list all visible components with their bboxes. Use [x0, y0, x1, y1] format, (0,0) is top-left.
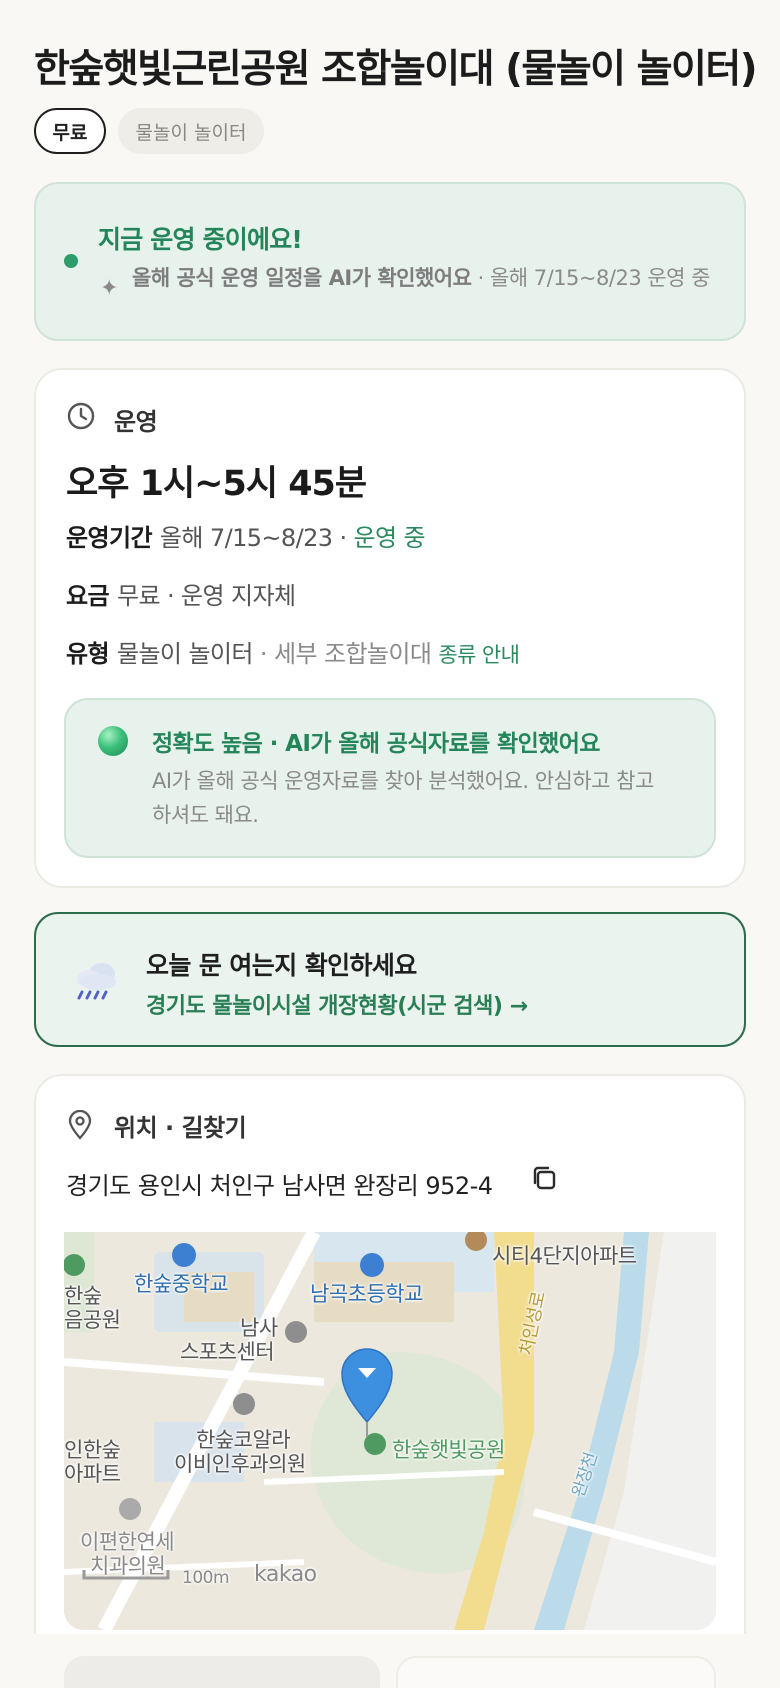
fee-label: 요금 — [66, 582, 110, 610]
operation-section-title: 운영 — [114, 408, 158, 436]
map-label-park: 한숲햇빛공원 — [392, 1438, 505, 1462]
period-label: 운영기간 — [66, 524, 153, 552]
status-card: 지금 운영 중이에요! ✦ 올해 공식 운영 일정을 AI가 확인했어요 · 올… — [34, 182, 746, 341]
bottom-button-left[interactable] — [64, 1656, 380, 1688]
map-brand-logo: kakao — [254, 1562, 317, 1587]
type-detail: · 세부 조합놀이대 — [252, 640, 439, 668]
map-label-elementary-school: 남곡초등학교 — [310, 1282, 423, 1306]
type-chip: 물놀이 놀이터 — [118, 108, 264, 154]
check-title: 오늘 문 여는지 확인하세요 — [146, 951, 417, 980]
map-label-apartment: 시티4단지아파트 — [492, 1244, 637, 1268]
period-status: 운영 중 — [353, 524, 426, 552]
type-value: 물놀이 놀이터 — [116, 640, 254, 668]
status-dot-icon — [64, 254, 78, 268]
period-note: · 올해 7/15~8/23 운영 중 — [471, 266, 711, 290]
type-row: 유형 물놀이 놀이터 · 세부 조합놀이대 종류 안내 — [66, 634, 520, 669]
accuracy-orb-icon — [98, 726, 128, 756]
map-scale: 100m — [182, 1568, 230, 1588]
page-title: 한숲햇빛근린공원 조합놀이대 (물놀이 놀이터) — [34, 47, 758, 92]
sparkle-icon: ✦ — [100, 276, 119, 301]
period-row: 운영기간 올해 7/15~8/23 · 운영 중 — [66, 518, 426, 553]
bottom-button-right[interactable] — [396, 1656, 716, 1688]
map-label-sports-2: 스포츠센터 — [180, 1340, 275, 1364]
location-card: 위치 · 길찾기 경기도 용인시 처인구 남사면 완장리 952-4 한숲중학교… — [34, 1074, 746, 1634]
address-text: 경기도 용인시 처인구 남사면 완장리 952-4 — [66, 1172, 493, 1200]
accuracy-text: AI가 올해 공식 운영자료를 찾아 분석했어요. 안심하고 참고하셔도 돼요. — [152, 769, 654, 827]
type-label: 유형 — [66, 640, 110, 668]
location-pin-icon — [68, 1110, 92, 1140]
type-guide-link[interactable]: 종류 안내 — [438, 643, 520, 667]
period-value: 올해 7/15~8/23 · — [159, 524, 354, 552]
status-text: 올해 공식 운영 일정을 AI가 확인했어요 · 올해 7/15~8/23 운영… — [132, 264, 732, 293]
map-view[interactable]: 한숲중학교 남곡초등학교 시티4단지아파트 남사 스포츠센터 한숲코알라 이비인… — [64, 1232, 716, 1630]
ai-note: 올해 공식 운영 일정을 AI가 확인했어요 — [132, 266, 472, 290]
free-chip: 무료 — [34, 108, 106, 154]
map-label-left-apt-2: 아파트 — [64, 1462, 121, 1486]
accuracy-box: 정확도 높음 · AI가 올해 공식자료를 확인했어요 AI가 올해 공식 운영… — [64, 698, 716, 858]
rain-cloud-icon — [77, 963, 116, 1000]
map-label-hospital-2: 이비인후과의원 — [174, 1452, 306, 1476]
accuracy-title: 정확도 높음 · AI가 올해 공식자료를 확인했어요 — [152, 731, 600, 757]
location-section-title: 위치 · 길찾기 — [114, 1114, 247, 1142]
fee-row: 요금 무료 · 운영 지자체 — [66, 576, 296, 611]
status-title: 지금 운영 중이에요! — [98, 225, 303, 254]
fee-value: 무료 · 운영 지자체 — [116, 582, 296, 610]
map-label-middle-school: 한숲중학교 — [134, 1272, 229, 1296]
open-status-link[interactable]: 경기도 물놀이시설 개장현황(시군 검색) → — [146, 988, 528, 1020]
copy-icon[interactable] — [530, 1164, 558, 1192]
map-label-dental-2: 치과의원 — [90, 1554, 166, 1578]
operation-card: 운영 오후 1시~5시 45분 운영기간 올해 7/15~8/23 · 운영 중 … — [34, 368, 746, 888]
clock-icon — [67, 402, 95, 430]
map-label-left-park-2: 음공원 — [64, 1308, 121, 1332]
check-open-card[interactable]: 오늘 문 여는지 확인하세요 경기도 물놀이시설 개장현황(시군 검색) → — [34, 912, 746, 1047]
operating-hours: 오후 1시~5시 45분 — [66, 464, 367, 504]
